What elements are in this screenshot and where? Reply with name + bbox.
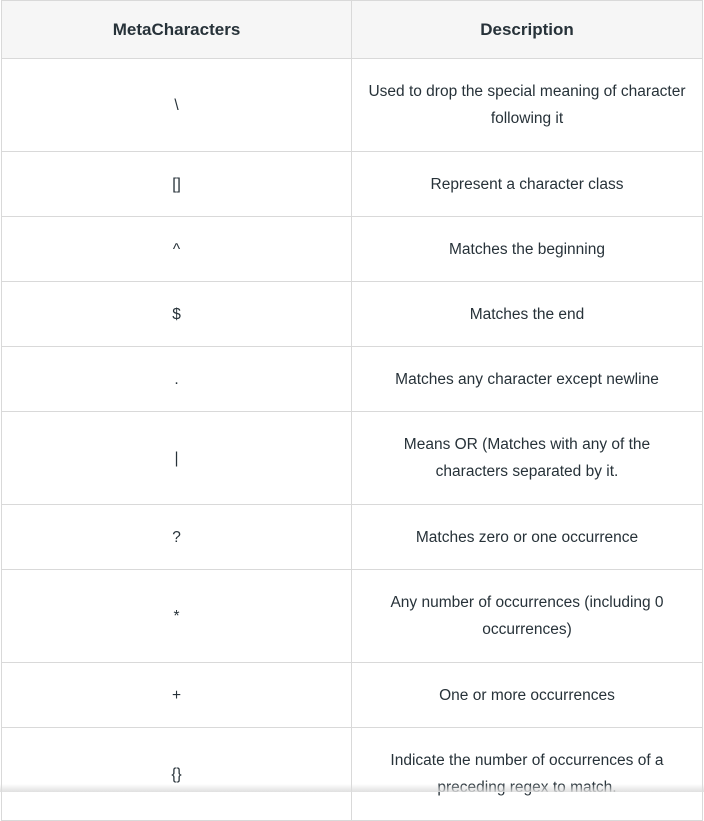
table-row: [] Represent a character class <box>1 151 703 217</box>
meta-cell: ^ <box>1 216 352 282</box>
meta-cell: + <box>1 662 352 728</box>
desc-cell: Matches the beginning <box>351 216 703 282</box>
table-row: $ Matches the end <box>1 281 703 347</box>
bottom-edge-shadow <box>0 784 704 792</box>
meta-cell: | <box>1 411 352 505</box>
table-row: + One or more occurrences <box>1 662 703 728</box>
meta-cell: \ <box>1 58 352 152</box>
table-header-row: MetaCharacters Description <box>1 0 703 59</box>
metacharacters-table: MetaCharacters Description \ Used to dro… <box>1 0 703 821</box>
table-row: | Means OR (Matches with any of the char… <box>1 411 703 505</box>
table-row: * Any number of occurrences (including 0… <box>1 569 703 663</box>
header-metacharacters: MetaCharacters <box>1 0 352 59</box>
desc-cell: Any number of occurrences (including 0 o… <box>351 569 703 663</box>
meta-cell: ? <box>1 504 352 570</box>
desc-cell: Indicate the number of occurrences of a … <box>351 727 703 821</box>
meta-cell: [] <box>1 151 352 217</box>
table-row: . Matches any character except newline <box>1 346 703 412</box>
table-row: \ Used to drop the special meaning of ch… <box>1 58 703 152</box>
desc-cell: Represent a character class <box>351 151 703 217</box>
desc-cell: Matches any character except newline <box>351 346 703 412</box>
meta-cell: $ <box>1 281 352 347</box>
desc-cell: Matches zero or one occurrence <box>351 504 703 570</box>
desc-cell: Matches the end <box>351 281 703 347</box>
meta-cell: {} <box>1 727 352 821</box>
table-row: {} Indicate the number of occurrences of… <box>1 727 703 821</box>
meta-cell: * <box>1 569 352 663</box>
table-row: ? Matches zero or one occurrence <box>1 504 703 570</box>
desc-cell: One or more occurrences <box>351 662 703 728</box>
table-row: ^ Matches the beginning <box>1 216 703 282</box>
desc-cell: Used to drop the special meaning of char… <box>351 58 703 152</box>
desc-cell: Means OR (Matches with any of the charac… <box>351 411 703 505</box>
header-description: Description <box>351 0 703 59</box>
meta-cell: . <box>1 346 352 412</box>
